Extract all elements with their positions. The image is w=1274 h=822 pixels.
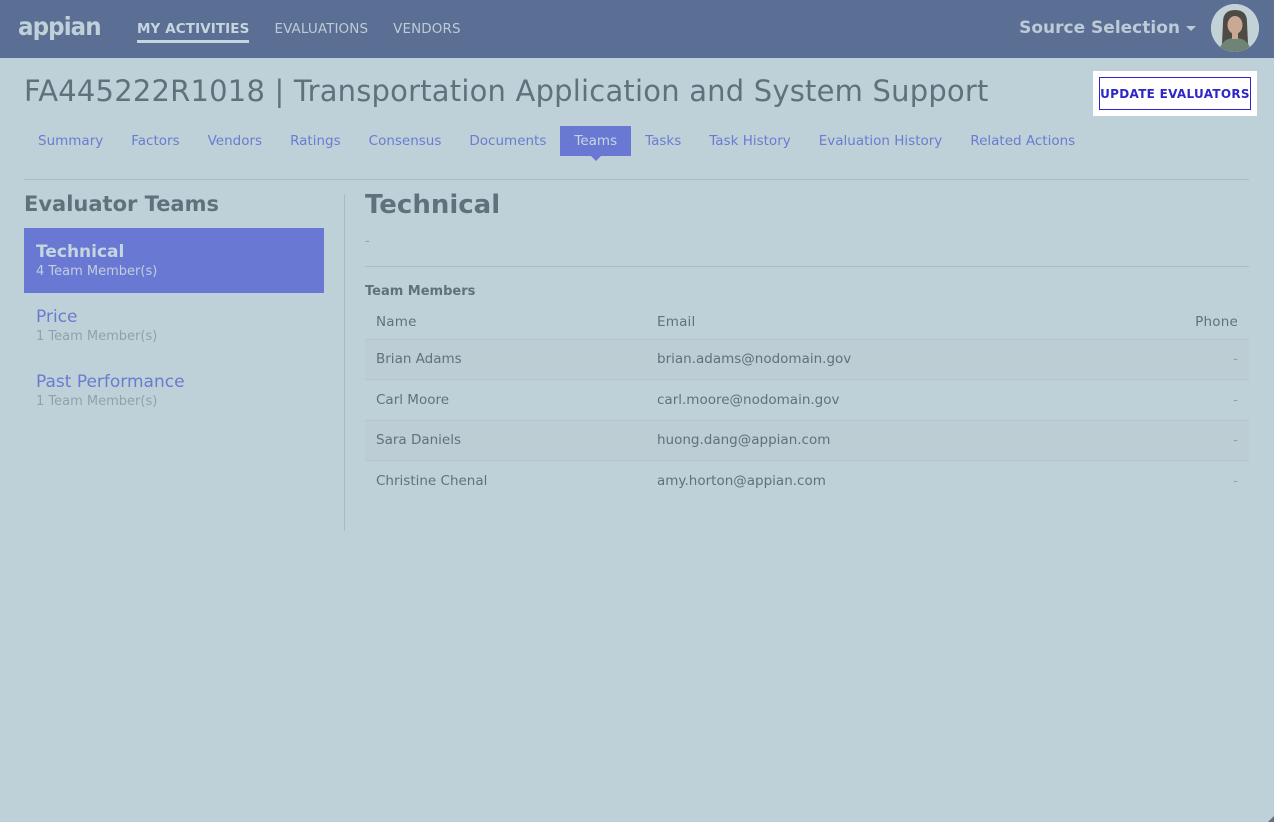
member-email: huong.dang@appian.com — [646, 419, 1046, 461]
team-member-count: 1 Team Member(s) — [36, 394, 158, 409]
tab-ratings[interactable]: Ratings — [276, 126, 355, 156]
team-detail-panel: Technical - Team Members Name Email Phon… — [365, 190, 1249, 501]
update-evaluators-button[interactable]: UPDATE EVALUATORS — [1099, 77, 1251, 110]
table-row: Carl Moore carl.moore@nodomain.gov - — [365, 379, 1249, 420]
member-email: amy.horton@appian.com — [646, 460, 1046, 501]
column-header-phone: Phone — [1195, 314, 1238, 330]
tab-vendors[interactable]: Vendors — [194, 126, 276, 156]
table-row: Sara Daniels huong.dang@appian.com - — [365, 419, 1249, 461]
member-email: brian.adams@nodomain.gov — [646, 338, 1046, 380]
team-member-count: 4 Team Member(s) — [36, 264, 158, 279]
table-row: Christine Chenal amy.horton@appian.com - — [365, 460, 1249, 501]
member-name: Brian Adams — [365, 338, 646, 380]
tab-evaluation-history[interactable]: Evaluation History — [805, 126, 957, 156]
member-phone: - — [1046, 419, 1249, 461]
app-switcher-label: Source Selection — [1019, 18, 1180, 38]
evaluator-teams-heading: Evaluator Teams — [24, 192, 219, 216]
appian-logo[interactable]: appian — [18, 12, 102, 41]
tabs-divider — [24, 179, 1249, 180]
column-divider — [344, 194, 345, 531]
member-name: Sara Daniels — [365, 419, 646, 461]
team-name: Technical — [36, 242, 125, 262]
chevron-down-icon — [1186, 25, 1196, 31]
tab-related-actions[interactable]: Related Actions — [956, 126, 1089, 156]
team-member-count: 1 Team Member(s) — [36, 329, 158, 344]
record-tabs: Summary Factors Vendors Ratings Consensu… — [24, 126, 1089, 161]
team-members-label: Team Members — [365, 284, 476, 299]
user-avatar-icon — [1211, 4, 1259, 52]
team-description: - — [365, 234, 370, 249]
member-phone: - — [1046, 379, 1249, 420]
nav-evaluations[interactable]: EVALUATIONS — [274, 0, 368, 58]
table-header-row: Name Email Phone — [365, 314, 1249, 339]
team-item-technical[interactable]: Technical 4 Team Member(s) — [24, 228, 324, 293]
update-evaluators-highlight: UPDATE EVALUATORS — [1093, 71, 1257, 116]
app-switcher[interactable]: Source Selection — [1019, 18, 1196, 38]
tab-tasks[interactable]: Tasks — [631, 126, 695, 156]
tab-summary[interactable]: Summary — [24, 126, 117, 156]
nav-vendors[interactable]: VENDORS — [393, 0, 461, 58]
column-header-email: Email — [657, 314, 696, 330]
evaluator-teams-panel: Evaluator Teams Technical 4 Team Member(… — [24, 192, 324, 423]
team-members-table: Name Email Phone Brian Adams brian.adams… — [365, 314, 1249, 501]
main-nav: MY ACTIVITIES EVALUATIONS VENDORS — [137, 0, 486, 58]
column-header-name: Name — [376, 314, 417, 330]
detail-divider — [365, 266, 1249, 267]
team-detail-title: Technical — [365, 190, 501, 220]
member-name: Christine Chenal — [365, 460, 646, 501]
user-avatar[interactable] — [1211, 4, 1259, 52]
team-item-past-performance[interactable]: Past Performance 1 Team Member(s) — [24, 358, 324, 423]
member-name: Carl Moore — [365, 379, 646, 420]
tab-documents[interactable]: Documents — [455, 126, 560, 156]
tab-teams[interactable]: Teams — [560, 126, 632, 161]
member-email: carl.moore@nodomain.gov — [646, 379, 1046, 420]
member-phone: - — [1046, 338, 1249, 380]
top-navigation-bar: appian MY ACTIVITIES EVALUATIONS VENDORS… — [0, 0, 1274, 58]
tab-consensus[interactable]: Consensus — [355, 126, 456, 156]
tab-factors[interactable]: Factors — [117, 126, 193, 156]
nav-my-activities[interactable]: MY ACTIVITIES — [137, 0, 250, 58]
window-resize-corner — [1268, 816, 1274, 822]
member-phone: - — [1046, 460, 1249, 501]
page-title: FA445222R1018 | Transportation Applicati… — [24, 74, 989, 108]
team-item-price[interactable]: Price 1 Team Member(s) — [24, 293, 324, 358]
team-name: Price — [36, 307, 78, 327]
team-name: Past Performance — [36, 372, 185, 392]
tab-task-history[interactable]: Task History — [695, 126, 804, 156]
table-row: Brian Adams brian.adams@nodomain.gov - — [365, 338, 1249, 380]
